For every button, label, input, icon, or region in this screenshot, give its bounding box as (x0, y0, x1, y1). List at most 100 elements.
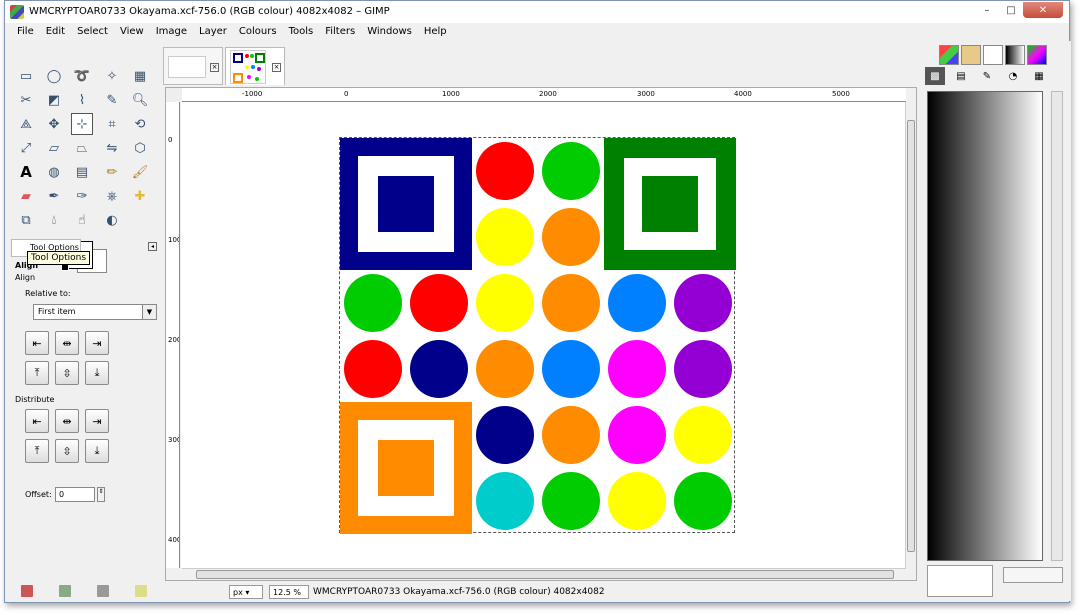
distribute-center-button[interactable]: ⇹ (55, 409, 79, 433)
align-middle-button[interactable]: ⇳ (55, 361, 79, 385)
vertical-scrollbar[interactable] (905, 102, 916, 568)
color-picker-icon[interactable]: ✎ (101, 89, 123, 111)
scroll-thumb[interactable] (907, 120, 915, 552)
offset-input[interactable]: 0 (55, 487, 95, 502)
restore-options-icon[interactable] (59, 585, 71, 597)
flip-icon[interactable]: ⇋ (101, 137, 123, 159)
horizontal-scrollbar[interactable] (182, 568, 906, 580)
image-canvas[interactable] (339, 137, 736, 534)
gradient-tab-icon[interactable] (1005, 45, 1025, 65)
clone-icon[interactable]: ⎈ (101, 185, 123, 207)
zoom-select[interactable]: 12.5 % (269, 585, 309, 599)
bucket-fill-icon[interactable]: ◍ (43, 161, 65, 183)
close-tab-icon[interactable]: × (272, 63, 281, 72)
smudge-icon[interactable]: ☝ (71, 209, 93, 231)
menu-filters[interactable]: Filters (319, 23, 361, 41)
circle (476, 472, 534, 530)
maximize-button[interactable]: □ (999, 2, 1023, 18)
blur-icon[interactable]: 💧︎ (43, 209, 65, 231)
pencil-icon[interactable]: ✏ (101, 161, 123, 183)
rotate-icon[interactable]: ⟲ (129, 113, 151, 135)
dock-scrollbar[interactable] (1051, 91, 1063, 561)
ellipse-select-icon[interactable]: ◯ (43, 65, 65, 87)
align-left-button[interactable]: ⇤ (25, 331, 49, 355)
pattern-tab-icon[interactable] (961, 45, 981, 65)
distribute-top-button[interactable]: ⤒ (25, 439, 49, 463)
circle (542, 274, 600, 332)
distribute-bottom-button[interactable]: ⤓ (85, 439, 109, 463)
undo-history-icon[interactable]: ◔ (1003, 67, 1023, 85)
palette-tab-icon[interactable] (939, 45, 959, 65)
align-icon[interactable]: ⊹ (71, 113, 93, 135)
image-tab-2[interactable]: × (225, 47, 285, 85)
vertical-ruler[interactable]: 0 1000 2000 3000 4000 (166, 102, 180, 568)
menu-windows[interactable]: Windows (361, 23, 418, 41)
edit-button[interactable] (1003, 567, 1063, 583)
menu-colours[interactable]: Colours (233, 23, 283, 41)
lasso-icon[interactable]: ➰ (71, 65, 93, 87)
heal-icon[interactable]: ✚ (129, 185, 151, 207)
distribute-left-button[interactable]: ⇤ (25, 409, 49, 433)
ink-icon[interactable]: ✑ (71, 185, 93, 207)
select-by-color-icon[interactable]: ▦ (129, 65, 151, 87)
align-top-button[interactable]: ⤒ (25, 361, 49, 385)
paths-panel-icon[interactable]: ✎ (977, 67, 997, 85)
menu-tools[interactable]: Tools (283, 23, 320, 41)
foreground-select-icon[interactable]: ◩ (43, 89, 65, 111)
scissors-icon[interactable]: ✂ (15, 89, 37, 111)
menu-help[interactable]: Help (418, 23, 453, 41)
scroll-thumb[interactable] (196, 570, 894, 579)
delete-options-icon[interactable] (97, 585, 109, 597)
save-options-icon[interactable] (21, 585, 33, 597)
align-center-button[interactable]: ⇹ (55, 331, 79, 355)
ruler-corner[interactable] (166, 88, 182, 102)
zoom-icon[interactable]: 🔍︎ (129, 89, 151, 111)
circle (674, 406, 732, 464)
relative-to-select[interactable]: First item ▼ (33, 304, 157, 320)
distribute-middle-button[interactable]: ⇳ (55, 439, 79, 463)
offset-spinner[interactable]: ⇕ (97, 487, 105, 502)
scale-icon[interactable]: ⤢ (15, 137, 37, 159)
menu-select[interactable]: Select (71, 23, 114, 41)
align-right-button[interactable]: ⇥ (85, 331, 109, 355)
airbrush-icon[interactable]: ✒ (43, 185, 65, 207)
blend-icon[interactable]: ▤ (71, 161, 93, 183)
tab-menu-icon[interactable]: ◂ (148, 242, 157, 251)
measure-icon[interactable]: ⟁ (15, 113, 37, 135)
eraser-icon[interactable]: ▰ (15, 185, 37, 207)
image-tab-1[interactable]: × (163, 47, 223, 85)
chevron-down-icon[interactable]: ▼ (142, 305, 156, 319)
paintbrush-icon[interactable]: 🖌︎ (129, 161, 151, 183)
align-bottom-button[interactable]: ⤓ (85, 361, 109, 385)
distribute-right-button[interactable]: ⇥ (85, 409, 109, 433)
close-button[interactable]: ✕ (1023, 2, 1063, 18)
circle (542, 340, 600, 398)
paths-icon[interactable]: ⌇ (71, 89, 93, 111)
crop-icon[interactable]: ⌗ (101, 113, 123, 135)
brush-tab-icon[interactable] (983, 45, 1003, 65)
minimize-button[interactable]: – (975, 2, 999, 18)
circle (344, 340, 402, 398)
cage-icon[interactable]: ⬡ (129, 137, 151, 159)
unit-select[interactable]: px ▾ (229, 585, 263, 599)
rect-select-icon[interactable]: ▭ (15, 65, 37, 87)
menu-layer[interactable]: Layer (193, 23, 233, 41)
dodge-burn-icon[interactable]: ◐ (101, 209, 123, 231)
channels-color-icon[interactable]: ▦ (1029, 67, 1049, 85)
reset-options-icon[interactable] (135, 585, 147, 597)
close-tab-icon[interactable]: × (210, 63, 219, 72)
horizontal-ruler[interactable]: -1000 0 1000 2000 3000 4000 5000 (182, 88, 906, 102)
menu-edit[interactable]: Edit (40, 23, 71, 41)
menu-view[interactable]: View (114, 23, 150, 41)
perspective-icon[interactable]: ⏢ (71, 137, 93, 159)
move-icon[interactable]: ✥ (43, 113, 65, 135)
channels-icon[interactable]: ▤ (951, 67, 971, 85)
text-icon[interactable]: A (15, 161, 37, 183)
perspective-clone-icon[interactable]: ⧉ (15, 209, 37, 231)
menu-file[interactable]: File (11, 23, 40, 41)
layers-icon[interactable]: ▩ (925, 67, 945, 85)
fuzzy-select-icon[interactable]: ✧ (101, 65, 123, 87)
menu-image[interactable]: Image (150, 23, 193, 41)
colors-tab-icon[interactable] (1027, 45, 1047, 65)
shear-icon[interactable]: ▱ (43, 137, 65, 159)
